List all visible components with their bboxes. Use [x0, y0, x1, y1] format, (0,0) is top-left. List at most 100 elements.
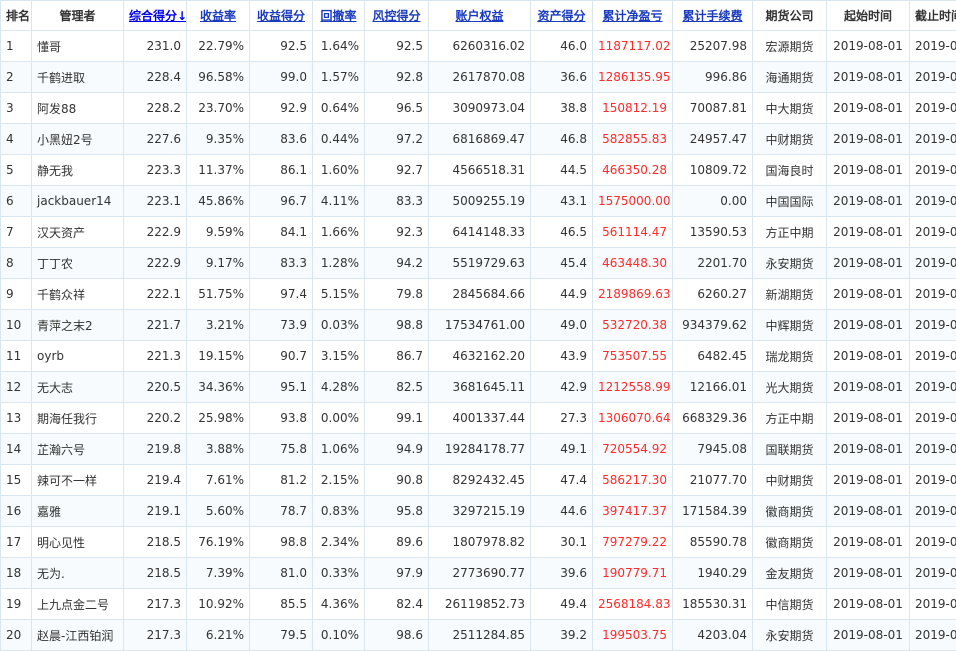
cell-profit: 2568184.83 [593, 589, 673, 620]
cell-fee: 25207.98 [673, 31, 753, 62]
cell-equity: 8292432.45 [429, 465, 531, 496]
cell-drawdown: 0.33% [313, 558, 365, 589]
cell-rank: 18 [1, 558, 32, 589]
ranking-table: 排名管理者综合得分↓收益率收益得分回撤率风控得分账户权益资产得分累计净盈亏累计手… [0, 0, 956, 651]
cell-ret_score: 92.5 [250, 31, 313, 62]
column-header-ret_score[interactable]: 收益得分 [250, 1, 313, 31]
cell-total: 223.3 [124, 155, 187, 186]
cell-manager: 上九点金二号 [32, 589, 124, 620]
cell-profit: 532720.38 [593, 310, 673, 341]
cell-total: 219.8 [124, 434, 187, 465]
column-header-profit[interactable]: 累计净盈亏 [593, 1, 673, 31]
cell-drawdown: 3.15% [313, 341, 365, 372]
cell-ret_score: 92.9 [250, 93, 313, 124]
table-row: 3阿发88228.223.70%92.90.64%96.53090973.043… [1, 93, 956, 124]
cell-drawdown: 4.36% [313, 589, 365, 620]
cell-start: 2019-08-01 [827, 341, 910, 372]
cell-start: 2019-08-01 [827, 93, 910, 124]
cell-ret_score: 90.7 [250, 341, 313, 372]
cell-equity: 3297215.19 [429, 496, 531, 527]
cell-asset: 46.5 [531, 217, 593, 248]
cell-risk: 92.7 [365, 155, 429, 186]
cell-asset: 49.4 [531, 589, 593, 620]
table-row: 5静无我223.311.37%86.11.60%92.74566518.3144… [1, 155, 956, 186]
column-header-manager: 管理者 [32, 1, 124, 31]
cell-equity: 4566518.31 [429, 155, 531, 186]
cell-rank: 15 [1, 465, 32, 496]
table-row: 8丁丁农222.99.17%83.31.28%94.25519729.6345.… [1, 248, 956, 279]
cell-manager: 青萍之末2 [32, 310, 124, 341]
cell-manager: jackbauer14 [32, 186, 124, 217]
column-header-risk[interactable]: 风控得分 [365, 1, 429, 31]
cell-start: 2019-08-01 [827, 434, 910, 465]
cell-ret_score: 95.1 [250, 372, 313, 403]
cell-rank: 17 [1, 527, 32, 558]
cell-broker: 中辉期货 [753, 310, 827, 341]
column-header-equity[interactable]: 账户权益 [429, 1, 531, 31]
cell-end: 2019-08-20 [910, 248, 956, 279]
cell-broker: 徽商期货 [753, 527, 827, 558]
cell-ret: 34.36% [187, 372, 250, 403]
cell-end: 2019-08-20 [910, 62, 956, 93]
cell-manager: 静无我 [32, 155, 124, 186]
cell-drawdown: 0.44% [313, 124, 365, 155]
table-row: 17明心见性218.576.19%98.82.34%89.61807978.82… [1, 527, 956, 558]
column-header-asset[interactable]: 资产得分 [531, 1, 593, 31]
cell-asset: 44.5 [531, 155, 593, 186]
table-row: 12无大志220.534.36%95.14.28%82.53681645.114… [1, 372, 956, 403]
cell-risk: 82.5 [365, 372, 429, 403]
cell-fee: 0.00 [673, 186, 753, 217]
cell-ret: 23.70% [187, 93, 250, 124]
cell-fee: 6260.27 [673, 279, 753, 310]
table-row: 18无为.218.57.39%81.00.33%97.92773690.7739… [1, 558, 956, 589]
cell-asset: 43.9 [531, 341, 593, 372]
column-header-drawdown[interactable]: 回撤率 [313, 1, 365, 31]
cell-equity: 4001337.44 [429, 403, 531, 434]
cell-broker: 海通期货 [753, 62, 827, 93]
cell-fee: 996.86 [673, 62, 753, 93]
cell-broker: 光大期货 [753, 372, 827, 403]
cell-manager: 无为. [32, 558, 124, 589]
column-header-total[interactable]: 综合得分↓ [124, 1, 187, 31]
cell-asset: 36.6 [531, 62, 593, 93]
cell-risk: 97.9 [365, 558, 429, 589]
cell-asset: 46.8 [531, 124, 593, 155]
cell-asset: 47.4 [531, 465, 593, 496]
cell-drawdown: 1.60% [313, 155, 365, 186]
cell-total: 220.5 [124, 372, 187, 403]
cell-ret: 10.92% [187, 589, 250, 620]
cell-total: 218.5 [124, 527, 187, 558]
cell-manager: 明心见性 [32, 527, 124, 558]
cell-asset: 43.1 [531, 186, 593, 217]
cell-risk: 95.8 [365, 496, 429, 527]
cell-drawdown: 0.64% [313, 93, 365, 124]
cell-ret_score: 84.1 [250, 217, 313, 248]
cell-ret: 19.15% [187, 341, 250, 372]
cell-risk: 94.9 [365, 434, 429, 465]
cell-rank: 6 [1, 186, 32, 217]
cell-ret_score: 86.1 [250, 155, 313, 186]
table-row: 4小黑妞2号227.69.35%83.60.44%97.26816869.474… [1, 124, 956, 155]
cell-total: 222.9 [124, 217, 187, 248]
table-row: 16嘉雅219.15.60%78.70.83%95.83297215.1944.… [1, 496, 956, 527]
cell-ret_score: 78.7 [250, 496, 313, 527]
column-header-rank: 排名 [1, 1, 32, 31]
cell-asset: 27.3 [531, 403, 593, 434]
cell-profit: 1575000.00 [593, 186, 673, 217]
cell-fee: 185530.31 [673, 589, 753, 620]
cell-manager: 嘉雅 [32, 496, 124, 527]
cell-broker: 中国国际 [753, 186, 827, 217]
cell-fee: 70087.81 [673, 93, 753, 124]
cell-ret: 7.39% [187, 558, 250, 589]
cell-manager: 千鹤进取 [32, 62, 124, 93]
cell-total: 222.9 [124, 248, 187, 279]
table-row: 10青萍之末2221.73.21%73.90.03%98.817534761.0… [1, 310, 956, 341]
cell-start: 2019-08-01 [827, 403, 910, 434]
column-header-ret[interactable]: 收益率 [187, 1, 250, 31]
cell-profit: 150812.19 [593, 93, 673, 124]
cell-manager: 阿发88 [32, 93, 124, 124]
cell-drawdown: 1.64% [313, 31, 365, 62]
cell-total: 231.0 [124, 31, 187, 62]
column-header-fee[interactable]: 累计手续费 [673, 1, 753, 31]
cell-drawdown: 2.34% [313, 527, 365, 558]
